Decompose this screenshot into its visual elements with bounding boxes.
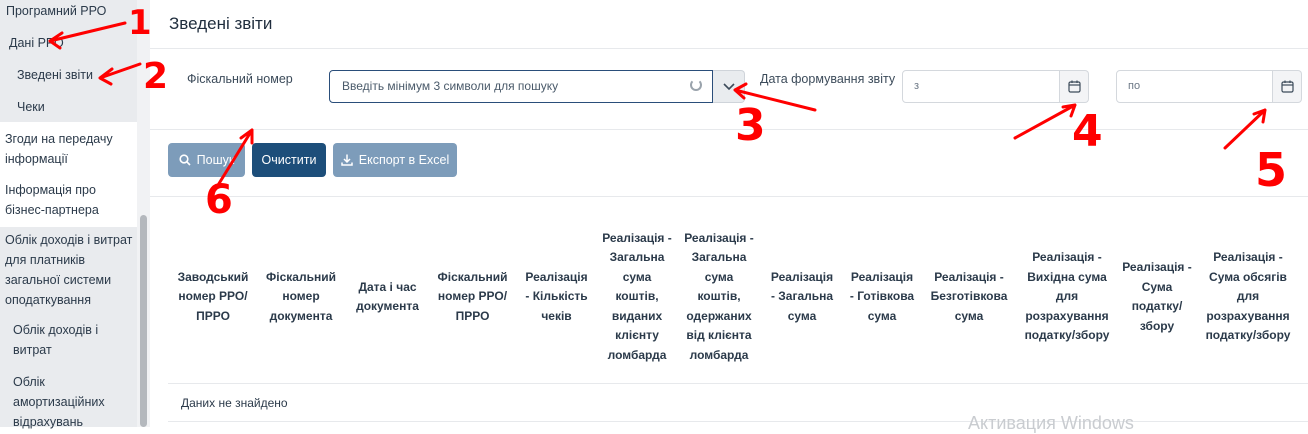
sidebar-item-label: Чеки <box>17 100 45 114</box>
column-header[interactable]: Реалізація - Загальна сума <box>770 212 834 382</box>
sidebar-item-checks[interactable]: Чеки <box>0 92 137 122</box>
clear-button-label: Очистити <box>261 153 317 167</box>
sidebar-item-business-partner[interactable]: Інформація про бізнес-партнера <box>0 179 137 221</box>
sidebar-item-label: Дані РРО <box>9 36 64 50</box>
date-from-input[interactable]: з <box>902 70 1060 103</box>
loading-spinner-icon <box>690 79 702 91</box>
divider <box>168 421 1308 422</box>
date-from-calendar-button[interactable] <box>1060 70 1089 103</box>
clear-button[interactable]: Очистити <box>252 143 326 177</box>
report-date-label: Дата формування звіту <box>760 72 896 86</box>
annotation-arrow <box>1013 103 1077 140</box>
divider <box>150 196 1308 197</box>
fiscal-dropdown-button[interactable] <box>713 70 745 103</box>
column-header[interactable]: Заводський номер РРО/ПРРО <box>168 212 258 382</box>
column-header[interactable]: Реалізація - Загальна сума коштів, одерж… <box>684 212 754 382</box>
sidebar-item-accounting-general[interactable]: Облік доходів і витрат для платників заг… <box>0 230 137 310</box>
annotation-number: 5 <box>1255 143 1287 197</box>
column-header[interactable]: Реалізація - Сума податку/збору <box>1122 212 1192 382</box>
search-icon <box>179 154 191 166</box>
date-from-placeholder: з <box>914 80 920 92</box>
sidebar-item-label: Інформація про бізнес-партнера <box>5 183 99 217</box>
sidebar-item-summary-reports[interactable]: Зведені звіти <box>0 60 137 92</box>
annotation-number: 3 <box>735 100 766 151</box>
sidebar-item-depreciation[interactable]: Облік амортизаційних відрахувань <box>0 372 137 429</box>
sidebar-item-software-rro[interactable]: Програмний РРО <box>0 0 137 27</box>
calendar-icon <box>1280 80 1294 93</box>
sidebar-item-label: Облік амортизаційних відрахувань <box>13 375 105 429</box>
sidebar-item-label: Зведені звіти <box>17 68 93 82</box>
search-button[interactable]: Пошук <box>168 143 245 177</box>
annotation-arrow <box>733 82 817 112</box>
fiscal-number-label: Фіскальний номер <box>187 72 293 86</box>
column-header[interactable]: Реалізація - Сума обсягів для розрахуван… <box>1203 212 1293 382</box>
sidebar-scrollbar-thumb[interactable] <box>140 215 147 427</box>
fiscal-number-input[interactable]: Введіть мінімум 3 символи для пошуку <box>329 70 713 103</box>
divider <box>168 383 1308 384</box>
chevron-down-icon <box>722 82 735 90</box>
column-header[interactable]: Реалізація - Вихідна сума для розрахуван… <box>1024 212 1110 382</box>
date-to-input[interactable]: по <box>1116 70 1273 103</box>
divider <box>150 48 1308 49</box>
column-header[interactable]: Реалізація - Кількість чеків <box>524 212 589 382</box>
export-button-label: Експорт в Excel <box>358 153 450 167</box>
page-title: Зведені звіти <box>169 14 273 33</box>
sidebar-item-rro-data[interactable]: Дані РРО <box>0 27 137 60</box>
download-icon <box>341 154 353 166</box>
empty-table-message: Даних не знайдено <box>181 396 288 410</box>
annotation-number: 4 <box>1072 106 1103 157</box>
fiscal-number-placeholder: Введіть мінімум 3 символи для пошуку <box>342 79 559 93</box>
sidebar-item-income-expenses[interactable]: Облік доходів і витрат <box>0 320 137 364</box>
export-excel-button[interactable]: Експорт в Excel <box>333 143 457 177</box>
column-header[interactable]: Реалізація - Безготівкова сума <box>930 212 1008 382</box>
column-header[interactable]: Фіскальний номер РРО/ПРРО <box>430 212 515 382</box>
sidebar-item-label: Облік доходів і витрат для платників заг… <box>5 233 133 307</box>
sidebar: Програмний РРО Дані РРО Зведені звіти Че… <box>0 0 150 429</box>
column-header[interactable]: Фіскальний номер документа <box>261 212 341 382</box>
search-button-label: Пошук <box>196 153 235 167</box>
divider <box>150 129 1308 130</box>
windows-activation-watermark: Активация Windows <box>968 413 1134 433</box>
date-to-calendar-button[interactable] <box>1273 70 1302 103</box>
sidebar-item-consents[interactable]: Згоди на передачу інформації <box>0 128 137 172</box>
column-header[interactable]: Реалізація - Загальна сума коштів, видан… <box>601 212 673 382</box>
sidebar-item-label: Програмний РРО <box>6 4 107 18</box>
sidebar-item-label: Згоди на передачу інформації <box>5 132 113 166</box>
column-header[interactable]: Дата і час документа <box>350 212 425 382</box>
sidebar-item-label: Облік доходів і витрат <box>13 323 99 357</box>
column-header[interactable]: Реалізація - Готівкова сума <box>848 212 916 382</box>
date-to-placeholder: по <box>1128 80 1141 92</box>
calendar-icon <box>1067 80 1081 93</box>
